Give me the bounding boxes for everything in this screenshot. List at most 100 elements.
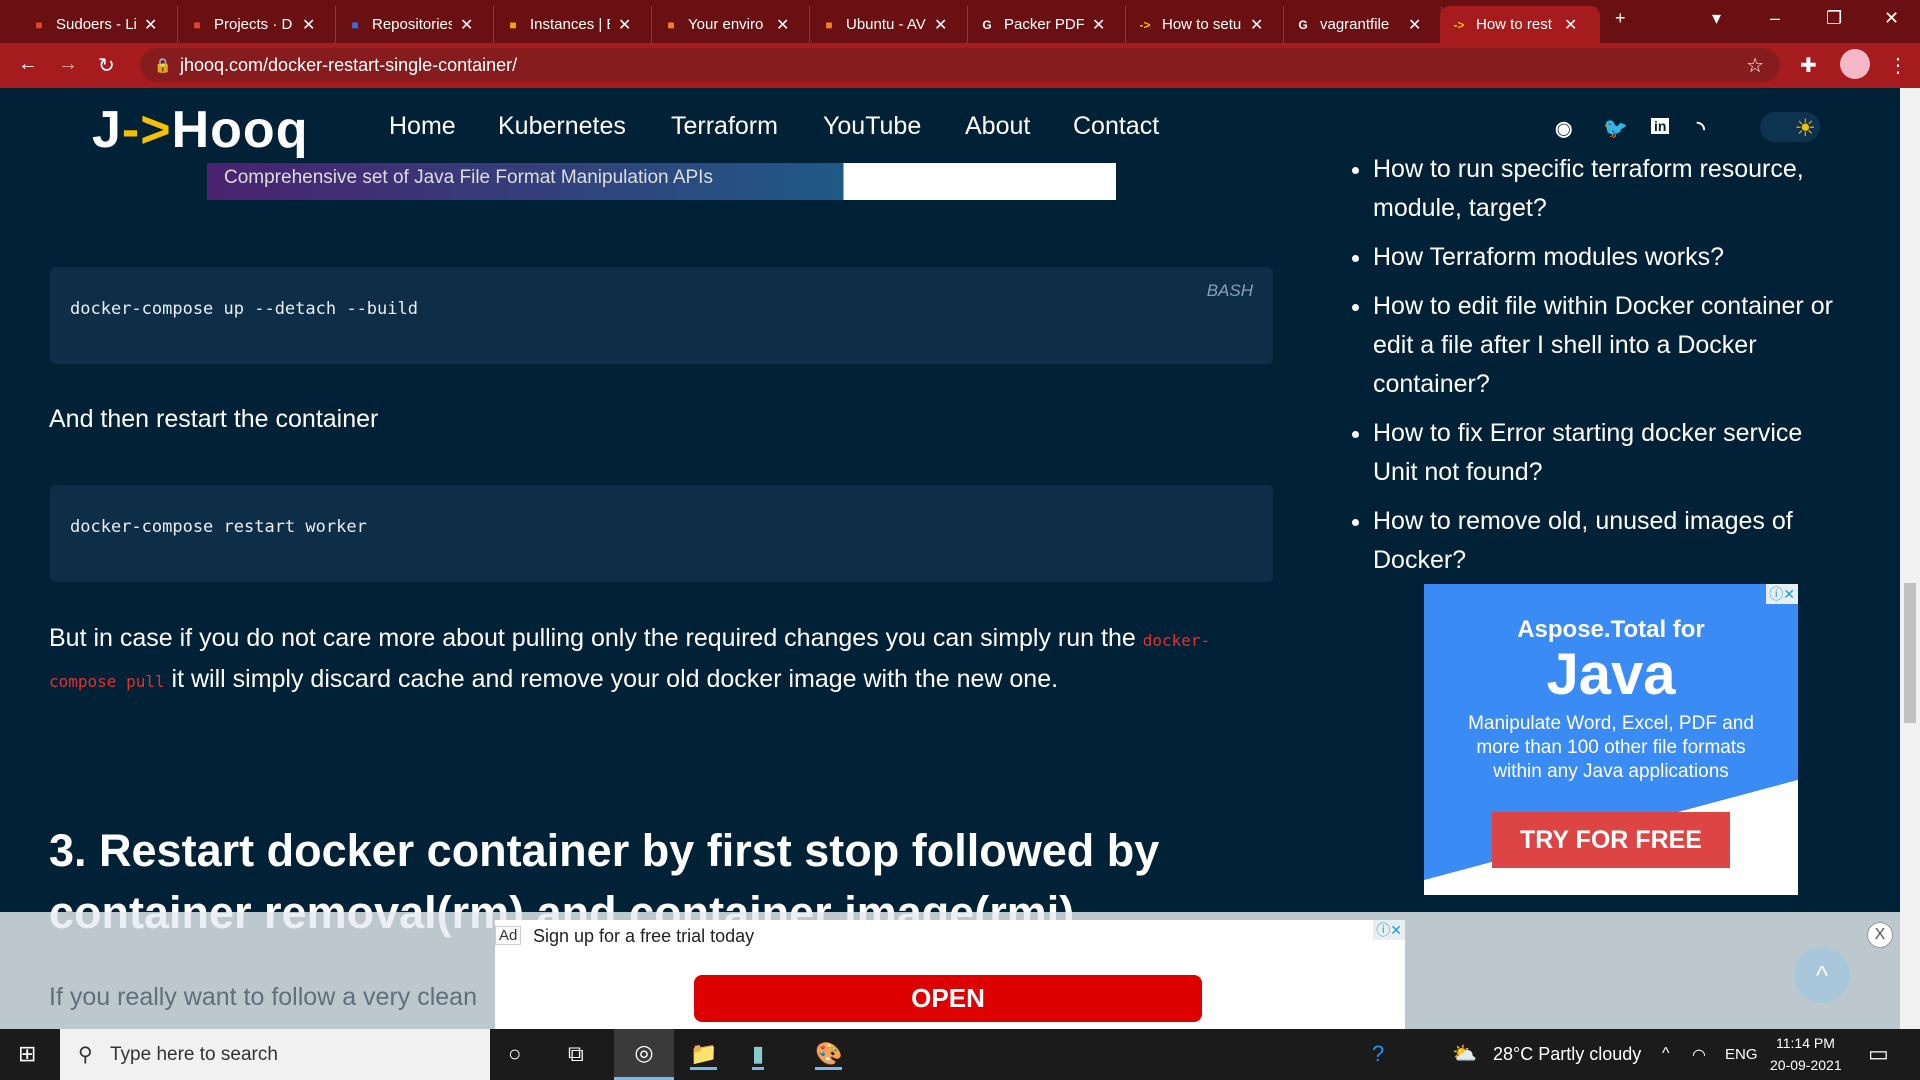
- nav-terraform[interactable]: Terraform: [671, 112, 778, 141]
- sidebar-ad[interactable]: ⓘ✕ Aspose.Total for Java Manipulate Word…: [1424, 584, 1798, 895]
- browser-tab[interactable]: ■ Instances | E ✕: [494, 6, 652, 43]
- google-icon: G: [1298, 17, 1308, 32]
- language-indicator[interactable]: ENG: [1725, 1046, 1758, 1063]
- try-for-free-button[interactable]: TRY FOR FREE: [1492, 812, 1730, 868]
- bottom-ad[interactable]: Ad Sign up for a free trial today ⓘ✕ OPE…: [495, 920, 1405, 1029]
- browser-tab[interactable]: G Packer PDF ✕: [968, 6, 1126, 43]
- nav-youtube[interactable]: YouTube: [823, 112, 921, 141]
- bookmark-star-icon[interactable]: ☆: [1746, 53, 1764, 78]
- related-post-link[interactable]: How to edit file within Docker container…: [1373, 287, 1833, 404]
- close-tab-icon[interactable]: ✕: [1564, 15, 1577, 35]
- ad-tag: Ad: [495, 926, 522, 945]
- nav-kubernetes[interactable]: Kubernetes: [498, 112, 626, 141]
- close-tab-icon[interactable]: ✕: [302, 15, 315, 35]
- close-tab-icon[interactable]: ✕: [144, 15, 157, 35]
- notifications-icon[interactable]: ▭: [1868, 1041, 1889, 1067]
- banner-ad[interactable]: Comprehensive set of Java File Format Ma…: [207, 163, 1116, 200]
- tab-search-icon[interactable]: ▾: [1712, 8, 1721, 29]
- url-input[interactable]: 🔒 jhooq.com/docker-restart-single-contai…: [140, 48, 1780, 82]
- tab-label: Packer PDF: [1004, 16, 1084, 33]
- tab-label: Ubuntu - AV: [846, 16, 926, 33]
- close-window-icon[interactable]: ✕: [1884, 8, 1899, 29]
- related-post-link[interactable]: How to fix Error starting docker service…: [1373, 414, 1833, 492]
- back-icon[interactable]: ←: [18, 53, 38, 76]
- close-tab-icon[interactable]: ✕: [460, 15, 473, 35]
- file-explorer-icon[interactable]: 📁: [690, 1041, 718, 1070]
- browser-tab[interactable]: ■ Projects · D ✕: [178, 6, 336, 43]
- nav-home[interactable]: Home: [389, 112, 456, 141]
- close-tab-icon[interactable]: ✕: [1092, 15, 1105, 35]
- task-view-icon[interactable]: ⧉: [568, 1041, 584, 1067]
- browser-tab[interactable]: -> How to rest ✕: [1440, 6, 1600, 43]
- extensions-icon[interactable]: ✚: [1800, 53, 1817, 78]
- restore-icon[interactable]: ❐: [1826, 8, 1842, 29]
- browser-tab[interactable]: ■ Your enviro ✕: [652, 6, 810, 43]
- tab-label: Your enviro: [688, 16, 764, 33]
- lock-icon: 🔒: [154, 56, 172, 73]
- taskbar: ⊞ ⚲ Type here to search ○ ⧉ ◎ 📁 ▮ 🎨 ? ⛅ …: [0, 1029, 1920, 1080]
- profile-avatar[interactable]: [1840, 49, 1870, 79]
- tab-label: How to rest: [1476, 16, 1552, 33]
- tab-label: How to setu: [1162, 16, 1242, 33]
- github-icon[interactable]: ◉: [1555, 116, 1572, 141]
- forward-icon[interactable]: →: [58, 53, 78, 76]
- cortana-icon[interactable]: ○: [508, 1041, 521, 1067]
- app-icon[interactable]: ▮: [752, 1041, 765, 1070]
- weather-text[interactable]: 28°C Partly cloudy: [1493, 1044, 1641, 1065]
- tray-chevron-icon[interactable]: ^: [1662, 1045, 1670, 1063]
- theme-toggle[interactable]: ☀: [1760, 112, 1820, 142]
- scrollbar[interactable]: [1900, 88, 1920, 1029]
- gitlab-icon: ■: [35, 17, 43, 32]
- help-icon[interactable]: ?: [1372, 1041, 1384, 1067]
- tab-label: Repositories: [372, 16, 452, 33]
- related-post-link[interactable]: How Terraform modules works?: [1373, 238, 1833, 277]
- close-tab-icon[interactable]: ✕: [1250, 15, 1263, 35]
- cube-icon: ■: [667, 17, 675, 32]
- open-button[interactable]: OPEN: [694, 975, 1202, 1022]
- search-placeholder: Type here to search: [110, 1043, 278, 1065]
- rss-icon[interactable]: ◝: [1697, 116, 1705, 141]
- cube-icon: ■: [825, 17, 833, 32]
- gitlab-icon: ■: [193, 17, 201, 32]
- scroll-to-top-button[interactable]: ^: [1794, 947, 1850, 1003]
- browser-tab[interactable]: ■ Ubuntu - AV ✕: [810, 6, 968, 43]
- tab-bar: ■ Sudoers - Li ✕ ■ Projects · D ✕ ■ Repositorie…: [0, 0, 1920, 43]
- close-ad-button[interactable]: X: [1867, 922, 1893, 948]
- windows-start-icon[interactable]: ⊞: [18, 1041, 36, 1067]
- linkedin-icon[interactable]: in: [1651, 118, 1670, 134]
- wifi-icon[interactable]: ◠: [1692, 1045, 1706, 1065]
- twitter-icon[interactable]: 🐦: [1603, 116, 1628, 141]
- banner-ad-text: Comprehensive set of Java File Format Ma…: [224, 167, 713, 188]
- clock-date[interactable]: 20-09-2021: [1770, 1057, 1842, 1073]
- code-block: docker-compose restart worker: [50, 485, 1273, 582]
- related-post-link[interactable]: How to run specific terraform resource, …: [1373, 150, 1833, 228]
- close-tab-icon[interactable]: ✕: [776, 15, 789, 35]
- browser-tab[interactable]: ■ Repositories ✕: [336, 6, 494, 43]
- tab-label: vagrantfile: [1320, 16, 1390, 33]
- paint-icon[interactable]: 🎨: [815, 1041, 843, 1070]
- code-block: BASH docker-compose up --detach --build: [50, 267, 1273, 364]
- browser-tab[interactable]: -> How to setu ✕: [1126, 6, 1284, 43]
- minimize-icon[interactable]: –: [1770, 8, 1780, 29]
- clock-time[interactable]: 11:14 PM: [1776, 1035, 1835, 1051]
- scrollbar-thumb[interactable]: [1904, 583, 1916, 723]
- menu-icon[interactable]: ⋮: [1888, 53, 1908, 78]
- url-text: jhooq.com/docker-restart-single-containe…: [180, 54, 518, 75]
- ad-choices-close-icon[interactable]: ⓘ✕: [1766, 584, 1798, 604]
- browser-tab[interactable]: Gvagrantfile ✕: [1284, 6, 1442, 43]
- nav-contact[interactable]: Contact: [1073, 112, 1159, 141]
- code-text: docker-compose restart worker: [70, 517, 367, 537]
- close-tab-icon[interactable]: ✕: [618, 15, 631, 35]
- close-tab-icon[interactable]: ✕: [934, 15, 947, 35]
- ad-choices-close-icon[interactable]: ⓘ✕: [1373, 920, 1405, 940]
- chrome-icon[interactable]: ◎: [614, 1029, 674, 1080]
- new-tab-icon[interactable]: +: [1615, 8, 1626, 29]
- taskbar-search[interactable]: ⚲ Type here to search: [60, 1029, 490, 1080]
- reload-icon[interactable]: ↻: [98, 53, 115, 78]
- nav-about[interactable]: About: [965, 112, 1030, 141]
- browser-tab[interactable]: ■ Sudoers - Li ✕: [20, 6, 178, 43]
- site-logo[interactable]: J->Hooq: [92, 100, 308, 160]
- close-tab-icon[interactable]: ✕: [1408, 15, 1421, 35]
- weather-icon[interactable]: ⛅: [1452, 1041, 1477, 1066]
- related-post-link[interactable]: How to remove old, unused images of Dock…: [1373, 502, 1833, 580]
